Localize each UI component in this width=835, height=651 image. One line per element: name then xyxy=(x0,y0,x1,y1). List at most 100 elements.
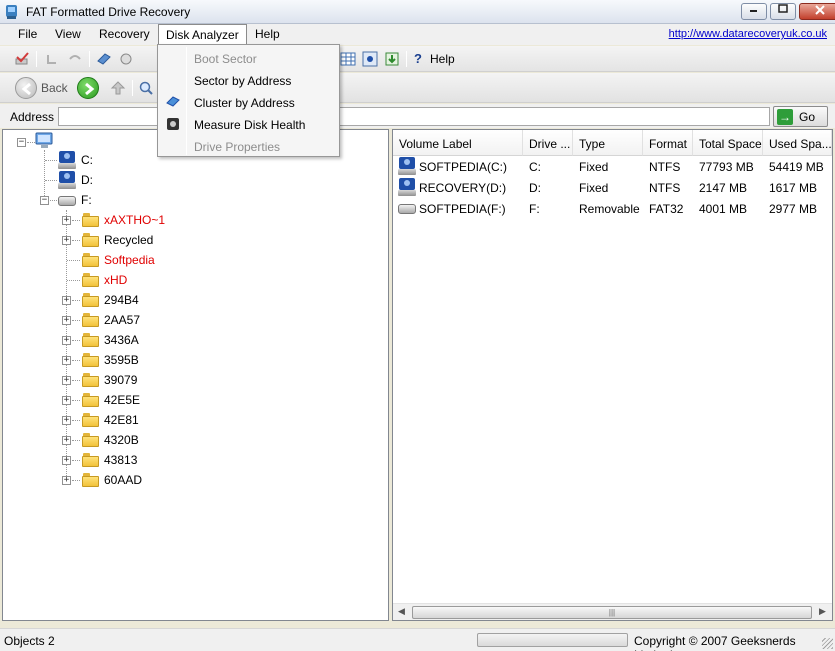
tree-label: 2AA57 xyxy=(104,313,141,327)
column-header-type[interactable]: Type xyxy=(573,130,643,156)
forward-button[interactable] xyxy=(77,77,99,99)
menu-item-sector-by-address[interactable]: Sector by Address xyxy=(160,69,337,91)
tree-folder-row[interactable]: +3436A xyxy=(3,330,383,350)
tree-folder-row[interactable]: +43813 xyxy=(3,450,383,470)
cell-total: 2147 MB xyxy=(699,181,748,195)
tree-folder-row[interactable]: +3595B xyxy=(3,350,383,370)
tree-expander[interactable]: + xyxy=(62,336,71,345)
tree-expander[interactable]: + xyxy=(62,456,71,465)
computer-icon[interactable] xyxy=(35,132,55,150)
tree-label: 3595B xyxy=(104,353,139,367)
removable-drive-icon xyxy=(398,204,416,214)
table-row[interactable]: RECOVERY(D:) D: Fixed NTFS 2147 MB 1617 MB xyxy=(393,177,832,198)
tree-folder-row[interactable]: +42E5E xyxy=(3,390,383,410)
removable-drive-icon xyxy=(58,196,76,206)
menu-view[interactable]: View xyxy=(52,27,84,41)
grid-view-icon[interactable] xyxy=(340,51,356,67)
column-header-total-space[interactable]: Total Space xyxy=(693,130,763,156)
tree-expander[interactable]: + xyxy=(62,376,71,385)
close-button[interactable] xyxy=(799,3,835,20)
horizontal-scrollbar[interactable]: ◀ ||| ▶ xyxy=(393,603,832,620)
menu-disk-analyzer[interactable]: Disk Analyzer xyxy=(158,24,247,45)
tree-drive-f[interactable]: − F: xyxy=(3,190,383,210)
table-row[interactable]: SOFTPEDIA(F:) F: Removable FAT32 4001 MB 2977… xyxy=(393,198,832,219)
maximize-button[interactable] xyxy=(770,3,796,20)
scroll-left-icon[interactable]: ◀ xyxy=(398,606,405,617)
folder-tree[interactable]: − C: D: − F: + xAXTHO~1 + Recycled Softpedia… xyxy=(2,129,389,621)
help-icon[interactable]: ? xyxy=(414,51,422,66)
resize-grip-icon[interactable] xyxy=(822,638,833,649)
cell-label: RECOVERY(D:) xyxy=(419,181,507,195)
column-header-volume-label[interactable]: Volume Label xyxy=(393,130,523,156)
folder-icon xyxy=(82,293,99,307)
tree-folder-row[interactable]: xHD xyxy=(3,270,383,290)
back-label[interactable]: Back xyxy=(41,81,68,95)
tree-expander[interactable]: + xyxy=(62,296,71,305)
cell-type: Fixed xyxy=(579,160,609,174)
scrollbar-thumb[interactable]: ||| xyxy=(412,606,812,619)
tree-expander[interactable]: + xyxy=(62,476,71,485)
go-button[interactable]: → Go xyxy=(773,106,828,127)
disk-health-icon xyxy=(166,117,180,131)
back-arrow-icon xyxy=(21,82,31,96)
tree-label: 3436A xyxy=(104,333,139,347)
column-header-used-space[interactable]: Used Spa... xyxy=(763,130,832,156)
tree-label: 42E81 xyxy=(104,413,139,427)
navigation-toolbar: Back xyxy=(0,73,835,103)
menu-item-boot-sector[interactable]: Boot Sector xyxy=(160,47,337,69)
tree-folder-row[interactable]: + Recycled xyxy=(3,230,383,250)
scan-tool-icon[interactable] xyxy=(118,51,134,67)
tree-label: 39079 xyxy=(104,373,138,387)
column-header-format[interactable]: Format xyxy=(643,130,693,156)
folder-icon xyxy=(82,313,99,327)
tree-expander[interactable]: + xyxy=(62,396,71,405)
tree-expander[interactable]: + xyxy=(62,316,71,325)
tree-expander[interactable]: + xyxy=(62,236,71,245)
tree-expander[interactable]: + xyxy=(62,416,71,425)
tree-folder-row[interactable]: +4320B xyxy=(3,430,383,450)
tree-expander[interactable]: + xyxy=(62,356,71,365)
cell-total: 4001 MB xyxy=(699,202,748,216)
menu-help[interactable]: Help xyxy=(252,27,283,41)
tree-folder-row[interactable]: Softpedia xyxy=(3,250,383,270)
disk-tool-icon[interactable] xyxy=(96,51,112,67)
disk-image-icon[interactable] xyxy=(362,51,378,67)
folder-icon xyxy=(82,433,99,447)
export-icon[interactable] xyxy=(384,51,400,67)
hard-drive-icon xyxy=(398,178,416,196)
tree-expander[interactable]: + xyxy=(62,436,71,445)
tree-folder-row[interactable]: +60AAD xyxy=(3,470,383,490)
tree-expander[interactable]: − xyxy=(40,196,49,205)
menu-item-cluster-by-address[interactable]: Cluster by Address xyxy=(160,91,337,113)
folder-icon xyxy=(82,253,99,267)
drive-list-view[interactable]: Volume Label Drive ... Type Format Total… xyxy=(392,129,833,621)
menu-item-measure-disk-health[interactable]: Measure Disk Health xyxy=(160,113,337,135)
check-tool-icon[interactable] xyxy=(14,51,30,67)
tree-folder-row[interactable]: +2AA57 xyxy=(3,310,383,330)
back-button[interactable] xyxy=(15,77,37,99)
tree-folder-row[interactable]: +294B4 xyxy=(3,290,383,310)
minimize-button[interactable] xyxy=(741,3,767,20)
tree-folder-row[interactable]: +39079 xyxy=(3,370,383,390)
tree-label: 4320B xyxy=(104,433,139,447)
scroll-right-icon[interactable]: ▶ xyxy=(819,606,826,617)
website-link[interactable]: http://www.datarecoveryuk.co.uk xyxy=(669,28,827,40)
search-icon[interactable] xyxy=(138,80,154,96)
tree-folder-row[interactable]: +42E81 xyxy=(3,410,383,430)
redo-icon[interactable] xyxy=(67,51,83,67)
help-toolbar-button[interactable]: Help xyxy=(430,52,455,66)
table-row[interactable]: SOFTPEDIA(C:) C: Fixed NTFS 77793 MB 54419 MB xyxy=(393,156,832,177)
menu-file[interactable]: File xyxy=(15,27,40,41)
menu-recovery[interactable]: Recovery xyxy=(96,27,153,41)
tree-drive-d[interactable]: D: xyxy=(3,170,383,190)
address-label: Address xyxy=(10,110,55,124)
up-folder-icon[interactable] xyxy=(110,80,126,96)
menu-item-drive-properties[interactable]: Drive Properties xyxy=(160,135,337,157)
cell-used: 1617 MB xyxy=(769,181,818,195)
tree-root-expander[interactable]: − xyxy=(17,138,26,147)
tree-folder-row[interactable]: + xAXTHO~1 xyxy=(3,210,383,230)
tree-expander[interactable]: + xyxy=(62,216,71,225)
cell-format: NTFS xyxy=(649,160,681,174)
undo-icon[interactable] xyxy=(44,51,60,67)
column-header-drive[interactable]: Drive ... xyxy=(523,130,573,156)
